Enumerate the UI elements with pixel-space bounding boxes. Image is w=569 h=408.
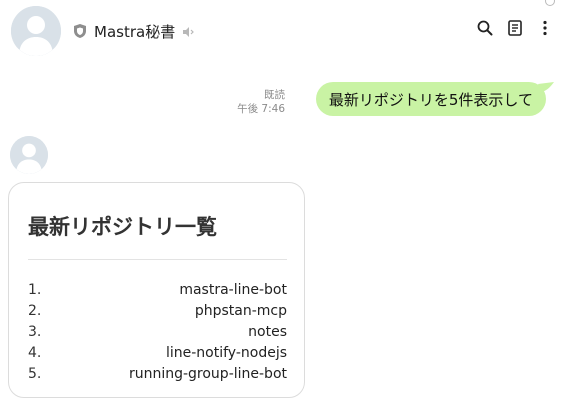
list-item-number: 4. <box>28 344 42 361</box>
chat-header: Mastra秘書 <box>0 0 569 64</box>
repo-list: 1. mastra-line-bot 2. phpstan-mcp 3. not… <box>28 279 287 384</box>
list-item-number: 5. <box>28 365 42 382</box>
header-actions <box>475 18 555 38</box>
list-item: 4. line-notify-nodejs <box>28 342 287 363</box>
shield-icon <box>72 23 88 39</box>
list-item: 5. running-group-line-bot <box>28 363 287 384</box>
list-item: 2. phpstan-mcp <box>28 300 287 321</box>
chat-title: Mastra秘書 <box>94 22 176 41</box>
chat-avatar[interactable] <box>11 6 61 56</box>
list-item-name: notes <box>248 323 287 340</box>
message-time: 午後 7:46 <box>237 103 285 115</box>
list-item: 1. mastra-line-bot <box>28 279 287 300</box>
list-item-name: line-notify-nodejs <box>165 344 287 361</box>
message-meta: 既読 午後 7:46 <box>237 88 285 116</box>
list-item-name: mastra-line-bot <box>179 281 287 298</box>
list-item: 3. notes <box>28 321 287 342</box>
note-icon[interactable] <box>505 18 525 38</box>
avatar-silhouette-icon <box>11 6 61 56</box>
repo-list-card[interactable]: 最新リポジトリ一覧 1. mastra-line-bot 2. phpstan-… <box>8 182 305 398</box>
speaker-muted-icon <box>181 24 195 38</box>
card-divider <box>28 259 287 260</box>
list-item-number: 1. <box>28 281 42 298</box>
avatar-silhouette-icon <box>10 136 48 174</box>
list-item-number: 3. <box>28 323 42 340</box>
card-title: 最新リポジトリ一覧 <box>28 215 217 239</box>
bot-avatar[interactable] <box>10 136 48 174</box>
list-item-name: running-group-line-bot <box>128 365 287 382</box>
list-item-number: 2. <box>28 302 42 319</box>
status-dot <box>545 0 555 6</box>
list-item-name: phpstan-mcp <box>194 302 287 319</box>
more-vertical-icon[interactable] <box>535 18 555 38</box>
search-icon[interactable] <box>475 18 495 38</box>
sent-message-bubble[interactable]: 最新リポジトリを5件表示して <box>315 82 546 116</box>
read-receipt: 既読 <box>264 89 285 101</box>
chat-title-area[interactable]: Mastra秘書 <box>72 20 195 42</box>
sent-message-text: 最新リポジトリを5件表示して <box>328 90 533 109</box>
